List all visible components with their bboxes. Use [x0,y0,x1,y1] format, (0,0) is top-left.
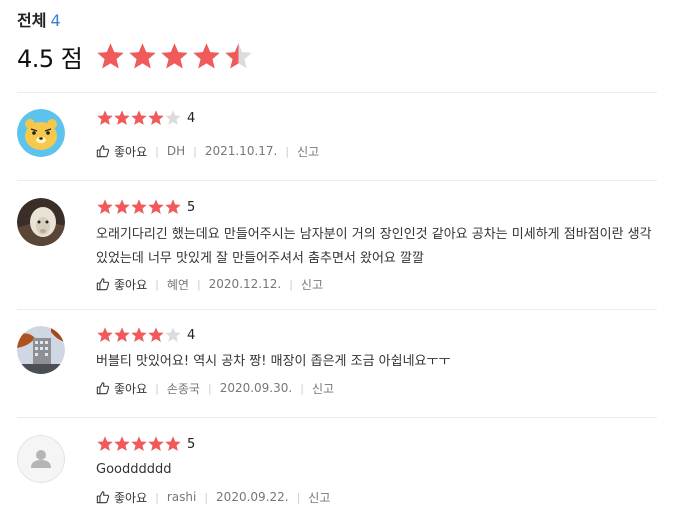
sheep-photo[interactable] [17,198,65,246]
default-user-icon[interactable] [17,435,65,483]
review-star-rating [96,435,181,453]
thumbs-up-icon [96,278,110,291]
star-icon [113,109,131,127]
total-count: 4 [50,11,61,30]
like-label: 좋아요 [114,381,148,396]
average-score: 4.5 점 [17,44,83,73]
meta-separator: | [300,381,304,395]
thumbs-up-icon [96,382,110,395]
meta-separator: | [196,277,201,291]
meta-separator: | [155,490,159,504]
review-author: 손종국 [166,381,200,396]
like-button[interactable]: 좋아요 [96,143,147,160]
thumbs-up-icon [96,145,110,158]
review-text: Goodddddd [96,462,172,477]
star-icon [130,109,148,127]
star-icon [96,109,114,127]
star-icon [130,326,148,344]
star-icon [164,198,182,216]
review-author: DH [166,144,186,158]
divider [17,180,657,181]
review-rating-number: 5 [187,199,196,215]
star-icon [130,435,148,453]
review-author: 혜연 [166,277,189,292]
review-text: 오래기다리긴 했는데요 만들어주시는 남자분이 거의 장인인것 같아요 공차는 … [96,227,652,266]
meta-separator: | [155,277,159,291]
star-icon [147,326,165,344]
star-icon [191,41,222,72]
review-date: 2020.12.12. [208,277,282,291]
review-star-rating [96,198,181,216]
star-icon [127,41,158,72]
like-button[interactable]: 좋아요 [96,276,147,293]
review-text: 버블티 맛있어요! 역시 공차 짱! 매장이 좁은게 조금 아쉽네요ㅜㅜ [96,354,451,369]
star-icon [113,326,131,344]
star-icon [147,198,165,216]
report-button[interactable]: 신고 [297,143,319,160]
like-label: 좋아요 [114,490,148,505]
review-date: 2021.10.17. [204,144,278,158]
star-icon [164,326,182,344]
meta-separator: | [193,144,197,158]
like-label: 좋아요 [114,144,148,159]
star-icon [113,435,131,453]
review-star-rating [96,326,181,344]
star-icon [164,435,182,453]
review-star-rating [96,109,181,127]
rating-summary: 전체 4 4.5 점 [17,10,657,73]
star-icon [223,41,254,72]
report-button[interactable]: 신고 [301,276,323,293]
star-icon [113,198,131,216]
star-icon [159,41,190,72]
report-button[interactable]: 신고 [312,380,334,397]
review-date: 2020.09.30. [219,381,293,395]
review-date: 2020.09.22. [216,490,289,504]
meta-separator: | [204,490,209,504]
building-photo[interactable] [17,326,65,374]
thumbs-up-icon [96,491,110,504]
star-icon [95,41,126,72]
star-icon [147,435,165,453]
divider [17,417,657,418]
meta-separator: | [155,144,159,158]
star-icon [96,198,114,216]
divider [17,309,657,310]
star-icon [164,109,182,127]
total-label: 전체 [17,11,47,30]
meta-separator: | [285,144,290,158]
like-button[interactable]: 좋아요 [96,380,147,397]
review-author: rashi [166,490,197,504]
star-icon [96,326,114,344]
review-rating-number: 4 [187,327,196,343]
meta-separator: | [207,381,212,395]
report-button[interactable]: 신고 [308,489,330,506]
like-button[interactable]: 좋아요 [96,489,147,506]
meta-separator: | [155,381,159,395]
average-star-rating [95,41,255,72]
star-icon [96,435,114,453]
star-icon [147,109,165,127]
review-rating-number: 5 [187,436,196,452]
divider [17,92,657,93]
meta-separator: | [289,277,293,291]
meta-separator: | [296,490,301,504]
bear-face-icon[interactable] [17,109,65,157]
star-icon [130,198,148,216]
total-review-count: 전체 4 [17,10,657,32]
like-label: 좋아요 [114,277,148,292]
review-rating-number: 4 [187,110,196,126]
